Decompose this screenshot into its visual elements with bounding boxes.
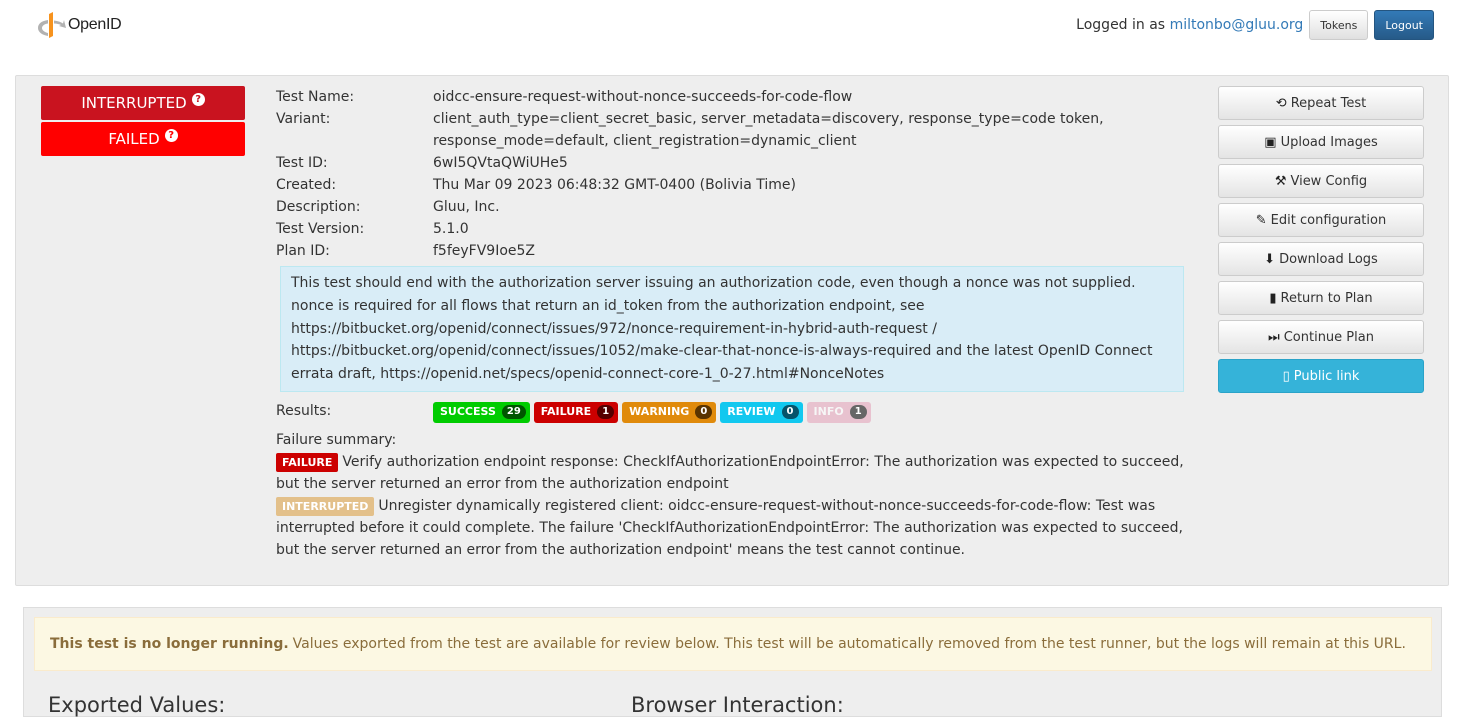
- exported-values-heading: Exported Values:: [48, 693, 226, 717]
- edit-configuration-button[interactable]: ✎ Edit configuration: [1218, 203, 1424, 237]
- test-actions: ⟲ Repeat Test ▣ Upload Images ⚒ View Config…: [1218, 86, 1424, 398]
- public-link-button[interactable]: ▯ Public link: [1218, 359, 1424, 393]
- picture-icon: ▣: [1264, 134, 1277, 150]
- file-icon: ▯: [1282, 368, 1290, 384]
- upload-images-button[interactable]: ▣ Upload Images: [1218, 125, 1424, 159]
- description-label: Description:: [276, 199, 361, 215]
- failure-summary-item: INTERRUPTED Unregister dynamically regist…: [276, 495, 1186, 561]
- variant-label: Variant:: [276, 111, 331, 127]
- info-count: 1: [849, 405, 867, 420]
- description-value: Gluu, Inc.: [433, 199, 500, 215]
- review-badge[interactable]: REVIEW 0: [720, 401, 803, 423]
- book-icon: ▮: [1269, 290, 1277, 306]
- status-failed-label: FAILED: [108, 130, 160, 148]
- test-description-box: This test should end with the authorizat…: [280, 266, 1184, 392]
- warning-count: 0: [695, 405, 713, 420]
- return-to-plan-label: Return to Plan: [1280, 290, 1373, 306]
- test-info-panel: INTERRUPTED ? FAILED ? Test Name: oidcc-e…: [15, 75, 1449, 586]
- test-id-label: Test ID:: [276, 155, 328, 171]
- success-count: 29: [501, 405, 526, 420]
- failure-tag: FAILURE: [276, 452, 339, 472]
- variant-value: client_auth_type=client_secret_basic, se…: [433, 111, 1104, 149]
- created-label: Created:: [276, 177, 337, 193]
- continue-plan-button[interactable]: ⏭ Continue Plan: [1218, 320, 1424, 354]
- results-badges: SUCCESS 29 FAILURE 1 WARNING 0 REVIEW 0 INFO…: [433, 401, 871, 423]
- view-config-button[interactable]: ⚒ View Config: [1218, 164, 1424, 198]
- review-count: 0: [781, 405, 799, 420]
- return-to-plan-button[interactable]: ▮ Return to Plan: [1218, 281, 1424, 315]
- failure-summary-text[interactable]: Verify authorization endpoint response: …: [276, 454, 1184, 492]
- plan-id-label: Plan ID:: [276, 243, 330, 259]
- created-value: Thu Mar 09 2023 06:48:32 GMT-0400 (Boliv…: [433, 177, 796, 193]
- retweet-icon: ⟲: [1275, 95, 1287, 111]
- tokens-button[interactable]: Tokens: [1309, 10, 1369, 40]
- logo-text: OpenID: [68, 16, 122, 33]
- openid-logo-icon: [38, 12, 66, 38]
- failure-summary-item: FAILURE Verify authorization endpoint res…: [276, 451, 1186, 495]
- failure-count: 1: [597, 405, 615, 420]
- warning-badge[interactable]: WARNING 0: [622, 401, 717, 423]
- repeat-test-label: Repeat Test: [1290, 95, 1367, 111]
- download-logs-button[interactable]: ⬇ Download Logs: [1218, 242, 1424, 276]
- plan-id-value: f5feyFV9Ioe5Z: [433, 243, 536, 259]
- edit-configuration-label: Edit configuration: [1270, 212, 1387, 228]
- help-icon[interactable]: ?: [191, 92, 205, 106]
- results-row: Results: SUCCESS 29 FAILURE 1 WARNING 0 REV…: [276, 400, 1186, 423]
- help-icon[interactable]: ?: [164, 128, 178, 142]
- success-badge-label: SUCCESS: [440, 405, 496, 419]
- results-label: Results:: [276, 402, 332, 419]
- test-version-value: 5.1.0: [433, 221, 469, 237]
- edit-icon: ✎: [1255, 212, 1267, 228]
- view-config-label: View Config: [1290, 173, 1368, 189]
- continue-plan-label: Continue Plan: [1283, 329, 1374, 345]
- failure-badge[interactable]: FAILURE 1: [533, 401, 619, 423]
- logged-in-text: Logged in as miltonbo@gluu.org: [1076, 17, 1303, 33]
- logged-in-label: Logged in as: [1076, 17, 1166, 33]
- review-badge-label: REVIEW: [727, 405, 776, 419]
- test-name-value: oidcc-ensure-request-without-nonce-succe…: [433, 89, 853, 105]
- alert-bold-text: This test is no longer running.: [50, 636, 289, 652]
- info-badge-label: INFO: [813, 405, 844, 419]
- test-id-value: 6wI5QVtaQWiUHe5: [433, 155, 568, 171]
- browser-interaction-heading: Browser Interaction:: [631, 693, 844, 717]
- status-interrupted-badge: INTERRUPTED ?: [41, 86, 245, 120]
- failure-summary: Failure summary: FAILURE Verify authoriza…: [276, 429, 1186, 561]
- no-longer-running-alert: This test is no longer running. Values e…: [34, 617, 1432, 671]
- repeat-test-button[interactable]: ⟲ Repeat Test: [1218, 86, 1424, 120]
- download-logs-label: Download Logs: [1279, 251, 1378, 267]
- upload-images-label: Upload Images: [1280, 134, 1378, 150]
- failure-badge-label: FAILURE: [540, 405, 592, 419]
- failure-summary-text[interactable]: Unregister dynamically registered client…: [276, 498, 1183, 558]
- user-bar: Logged in as miltonbo@gluu.org Tokens Lo…: [1076, 10, 1434, 40]
- test-details: Test Name: oidcc-ensure-request-without-n…: [276, 86, 1186, 561]
- status-interrupted-label: INTERRUPTED: [81, 94, 187, 112]
- fast-forward-icon: ⏭: [1268, 329, 1280, 345]
- failure-summary-label: Failure summary:: [276, 431, 397, 448]
- logout-button[interactable]: Logout: [1374, 10, 1434, 40]
- test-name-label: Test Name:: [276, 89, 355, 105]
- status-failed-badge: FAILED ?: [41, 122, 245, 156]
- user-email-link[interactable]: miltonbo@gluu.org: [1170, 17, 1304, 33]
- file-download-icon: ⬇: [1264, 251, 1276, 267]
- wrench-icon: ⚒: [1274, 173, 1287, 189]
- exported-values-panel: This test is no longer running. Values e…: [23, 607, 1442, 717]
- warning-badge-label: WARNING: [629, 405, 690, 419]
- interrupted-tag: INTERRUPTED: [276, 496, 375, 516]
- success-badge[interactable]: SUCCESS 29: [433, 401, 530, 423]
- info-badge[interactable]: INFO 1: [806, 401, 871, 423]
- test-version-label: Test Version:: [276, 221, 365, 237]
- public-link-label: Public link: [1293, 368, 1360, 384]
- alert-text: Values exported from the test are availa…: [292, 636, 1406, 652]
- openid-logo[interactable]: OpenID: [36, 11, 122, 39]
